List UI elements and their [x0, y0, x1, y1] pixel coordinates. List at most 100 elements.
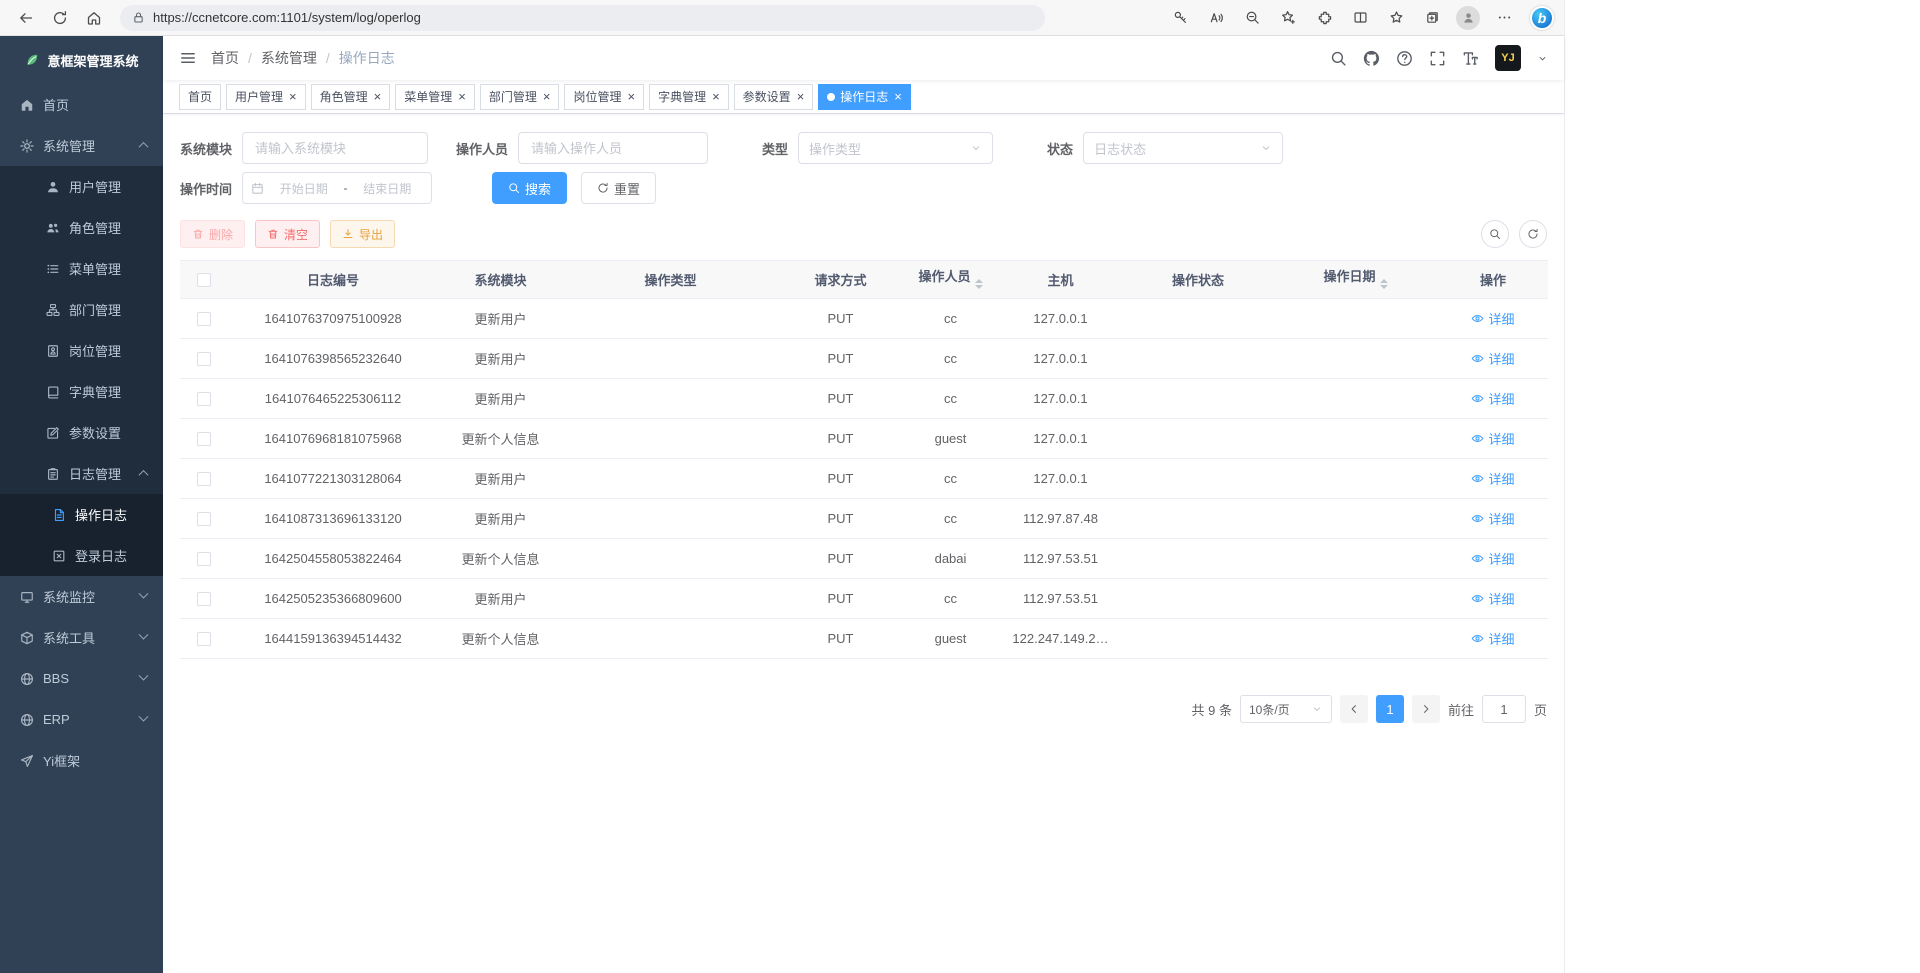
detail-link[interactable]: 详细 — [1471, 389, 1514, 408]
sidebar-toggle-icon[interactable] — [179, 49, 197, 67]
tab-operlog[interactable]: 操作日志× — [818, 84, 911, 110]
browser-menu-button[interactable] — [1488, 3, 1520, 33]
breadcrumb-item[interactable]: 系统管理 — [261, 48, 317, 68]
close-icon[interactable]: × — [543, 90, 551, 103]
sidebar-item-user[interactable]: 用户管理 — [0, 166, 163, 207]
sidebar-item-yiframe[interactable]: Yi框架 — [0, 740, 163, 781]
reset-button[interactable]: 重置 — [581, 172, 656, 204]
refresh-table-button[interactable] — [1519, 220, 1547, 248]
github-icon[interactable] — [1363, 50, 1380, 67]
column-header-operator[interactable]: 操作人员 — [903, 261, 998, 299]
sidebar-item-role[interactable]: 角色管理 — [0, 207, 163, 248]
sidebar-item-log[interactable]: 日志管理 — [0, 453, 163, 494]
tab-post[interactable]: 岗位管理× — [564, 84, 644, 110]
operator-input[interactable] — [518, 132, 708, 164]
password-manager-button[interactable] — [1164, 3, 1196, 33]
tab-param[interactable]: 参数设置× — [734, 84, 814, 110]
sidebar-item-system[interactable]: 系统管理 — [0, 125, 163, 166]
row-checkbox[interactable] — [197, 392, 211, 406]
select-all-checkbox[interactable] — [197, 273, 211, 287]
close-icon[interactable]: × — [627, 90, 635, 103]
detail-link[interactable]: 详细 — [1471, 629, 1514, 648]
row-checkbox[interactable] — [197, 472, 211, 486]
header-search-icon[interactable] — [1330, 50, 1347, 67]
help-icon[interactable] — [1396, 50, 1413, 67]
type-select[interactable]: 操作类型 — [798, 132, 993, 164]
row-checkbox[interactable] — [197, 592, 211, 606]
next-page-button[interactable] — [1412, 695, 1440, 723]
sidebar-item-dept[interactable]: 部门管理 — [0, 289, 163, 330]
close-icon[interactable]: × — [374, 90, 382, 103]
read-aloud-button[interactable] — [1200, 3, 1232, 33]
detail-link[interactable]: 详细 — [1471, 469, 1514, 488]
row-checkbox[interactable] — [197, 632, 211, 646]
page-1-button[interactable]: 1 — [1376, 695, 1404, 723]
browser-home-button[interactable] — [78, 3, 110, 33]
row-checkbox[interactable] — [197, 352, 211, 366]
fullscreen-icon[interactable] — [1429, 50, 1446, 67]
favorites-bar-button[interactable] — [1380, 3, 1412, 33]
avatar-caret-icon[interactable] — [1537, 53, 1548, 64]
address-bar[interactable]: https://ccnetcore.com:1101/system/log/op… — [120, 5, 1045, 31]
toggle-search-button[interactable] — [1481, 220, 1509, 248]
sort-carets-icon[interactable] — [975, 275, 983, 293]
sidebar-item-menu[interactable]: 菜单管理 — [0, 248, 163, 289]
close-icon[interactable]: × — [712, 90, 720, 103]
sidebar-item-erp[interactable]: ERP — [0, 699, 163, 740]
breadcrumb-item[interactable]: 首页 — [211, 48, 239, 68]
sidebar-item-dict[interactable]: 字典管理 — [0, 371, 163, 412]
date-range-picker[interactable]: 开始日期 - 结束日期 — [242, 172, 432, 204]
sidebar-item-tools[interactable]: 系统工具 — [0, 617, 163, 658]
export-button[interactable]: 导出 — [330, 220, 395, 248]
font-size-icon[interactable] — [1462, 50, 1479, 67]
tab-role[interactable]: 角色管理× — [311, 84, 391, 110]
add-favorite-button[interactable] — [1272, 3, 1304, 33]
row-checkbox[interactable] — [197, 432, 211, 446]
detail-link[interactable]: 详细 — [1471, 429, 1514, 448]
split-screen-button[interactable] — [1344, 3, 1376, 33]
column-header-date[interactable]: 操作日期 — [1273, 261, 1438, 299]
tab-menu[interactable]: 菜单管理× — [395, 84, 475, 110]
tab-user[interactable]: 用户管理× — [226, 84, 306, 110]
page-size-select[interactable]: 10条/页 — [1240, 695, 1332, 723]
search-button[interactable]: 搜索 — [492, 172, 567, 204]
goto-page-input[interactable] — [1482, 695, 1526, 723]
sidebar-item-monitor[interactable]: 系统监控 — [0, 576, 163, 617]
profile-button[interactable] — [1452, 3, 1484, 33]
close-icon[interactable]: × — [289, 90, 297, 103]
extensions-button[interactable] — [1308, 3, 1340, 33]
user-avatar[interactable]: YJ — [1495, 45, 1521, 71]
collections-button[interactable] — [1416, 3, 1448, 33]
delete-button[interactable]: 删除 — [180, 220, 245, 248]
detail-link[interactable]: 详细 — [1471, 349, 1514, 368]
sidebar-item-home[interactable]: 首页 — [0, 84, 163, 125]
module-input[interactable] — [242, 132, 428, 164]
sidebar-item-param[interactable]: 参数设置 — [0, 412, 163, 453]
close-icon[interactable]: × — [458, 90, 466, 103]
sidebar-item-operlog[interactable]: 操作日志 — [0, 494, 163, 535]
bing-logo[interactable]: b — [1530, 6, 1554, 30]
zoom-out-button[interactable] — [1236, 3, 1268, 33]
status-select[interactable]: 日志状态 — [1083, 132, 1283, 164]
row-checkbox[interactable] — [197, 512, 211, 526]
close-icon[interactable]: × — [894, 90, 902, 103]
tab-home[interactable]: 首页 — [179, 84, 221, 110]
detail-link[interactable]: 详细 — [1471, 509, 1514, 528]
browser-back-button[interactable] — [10, 3, 42, 33]
tab-dict[interactable]: 字典管理× — [649, 84, 729, 110]
sidebar-item-post[interactable]: 岗位管理 — [0, 330, 163, 371]
row-checkbox[interactable] — [197, 312, 211, 326]
detail-link[interactable]: 详细 — [1471, 589, 1514, 608]
detail-link[interactable]: 详细 — [1471, 309, 1514, 328]
row-checkbox[interactable] — [197, 552, 211, 566]
sidebar-item-bbs[interactable]: BBS — [0, 658, 163, 699]
detail-link[interactable]: 详细 — [1471, 549, 1514, 568]
sort-carets-icon[interactable] — [1380, 275, 1388, 293]
close-icon[interactable]: × — [797, 90, 805, 103]
tab-dept[interactable]: 部门管理× — [480, 84, 560, 110]
prev-page-button[interactable] — [1340, 695, 1368, 723]
sidebar-item-loginlog[interactable]: 登录日志 — [0, 535, 163, 576]
browser-refresh-button[interactable] — [44, 3, 76, 33]
clear-button[interactable]: 清空 — [255, 220, 320, 248]
site-info-icon[interactable] — [132, 11, 145, 24]
